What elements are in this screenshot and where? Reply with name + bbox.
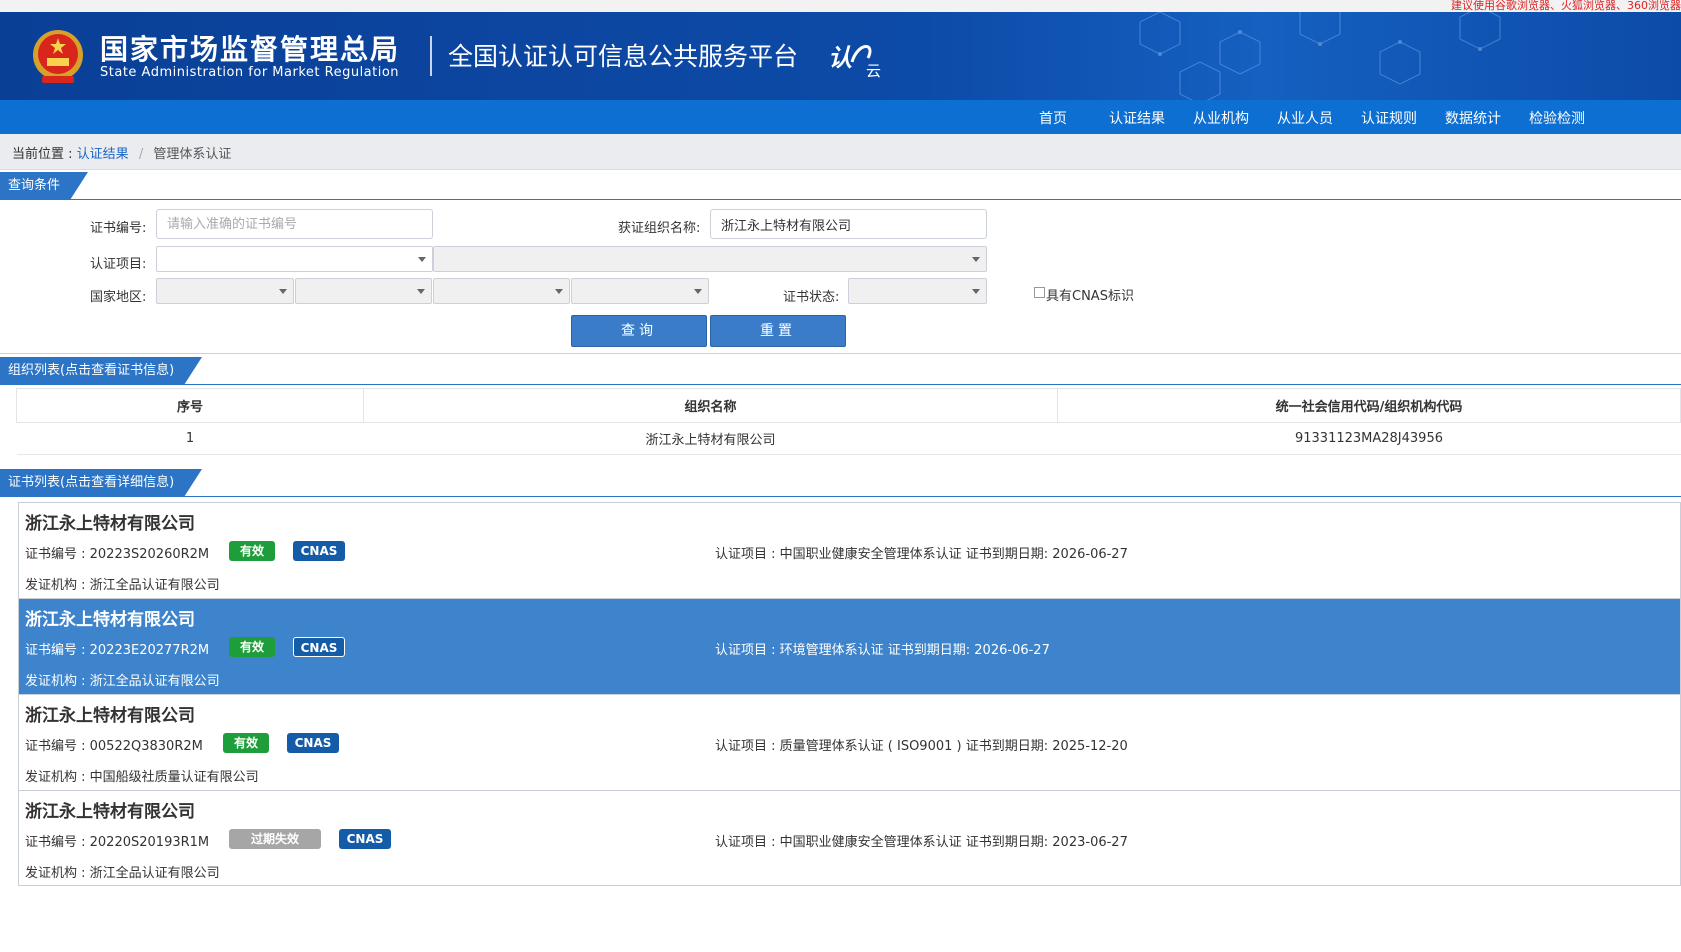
cert-issuer: 发证机构 : 浙江全品认证有限公司 [25,866,220,881]
cert-project-expiry: 认证项目 : 中国职业健康安全管理体系认证 证书到期日期: 2023-06-27 [715,835,1128,850]
nav-institutions[interactable]: 从业机构 [1193,108,1249,128]
project-label: 认证项目: [90,257,147,272]
chevron-down-icon [972,257,980,262]
chevron-down-icon [972,289,980,294]
table-row[interactable]: 1 浙江永上特材有限公司 91331123MA28J43956 [16,422,1681,455]
nav-personnel[interactable]: 从业人员 [1277,108,1333,128]
query-section-header: 查询条件 [0,172,1681,200]
status-badge: 有效 [229,637,275,657]
cnas-checkbox-label[interactable]: 具有CNAS标识 [1046,285,1134,304]
region-select-country[interactable] [156,278,294,304]
org-name-label: 获证组织名称: [618,221,701,236]
cert-list-section-title: 证书列表(点击查看详细信息) [0,469,202,497]
status-select[interactable] [848,278,987,304]
renyun-logo-icon: 认 云 [828,44,881,78]
status-badge: 有效 [223,733,269,753]
column-header-index: 序号 [16,388,364,423]
breadcrumb: 当前位置 : 认证结果 / 管理体系认证 [12,143,231,162]
cnas-badge: CNAS [287,733,339,753]
cert-no-input[interactable] [156,209,433,239]
cert-list: 浙江永上特材有限公司 证书编号 : 20223S20260R2M 有效 CNAS… [18,502,1681,886]
nav-cert-results[interactable]: 认证结果 [1109,108,1165,128]
cert-org-name: 浙江永上特材有限公司 [25,706,195,726]
org-row-index: 1 [16,422,364,455]
project-select-2[interactable] [433,246,987,272]
region-label: 国家地区: [90,290,147,305]
cert-card-selected[interactable]: 浙江永上特材有限公司 证书编号 : 20223E20277R2M 有效 CNAS… [18,598,1681,694]
cert-issuer: 发证机构 : 浙江全品认证有限公司 [25,578,220,593]
cert-number: 证书编号 : 20223E20277R2M [25,643,210,658]
cert-project-expiry: 认证项目 : 中国职业健康安全管理体系认证 证书到期日期: 2026-06-27 [715,547,1128,562]
region-select-province[interactable] [295,278,432,304]
cert-no-label: 证书编号: [90,221,147,236]
chevron-down-icon [555,289,563,294]
cert-org-name: 浙江永上特材有限公司 [25,802,195,822]
cnas-badge: CNAS [293,637,345,657]
org-row-code: 91331123MA28J43956 [1057,422,1681,455]
cnas-badge: CNAS [293,541,345,561]
org-list-section-title: 组织列表(点击查看证书信息) [0,357,202,385]
status-badge: 有效 [229,541,275,561]
column-header-org-name: 组织名称 [363,388,1058,423]
nav-inspection[interactable]: 检验检测 [1529,108,1585,128]
cert-number: 证书编号 : 00522Q3830R2M [25,739,203,754]
breadcrumb-separator: / [138,147,144,162]
breadcrumb-link-cert-results[interactable]: 认证结果 [77,147,129,162]
main-nav: 首页 认证结果 从业机构 从业人员 认证规则 数据统计 检验检测 [0,100,1681,134]
org-row-name: 浙江永上特材有限公司 [363,422,1058,455]
cert-issuer: 发证机构 : 浙江全品认证有限公司 [25,674,220,689]
logo-char-1: 认 [828,44,852,72]
chevron-down-icon [694,289,702,294]
cert-number: 证书编号 : 20223S20260R2M [25,547,210,562]
breadcrumb-bar: 当前位置 : 认证结果 / 管理体系认证 [0,134,1681,170]
cert-number: 证书编号 : 20220S20193R1M [25,835,210,850]
status-badge-expired: 过期失效 [229,829,321,849]
header-divider [430,36,432,76]
nav-rules[interactable]: 认证规则 [1361,108,1417,128]
org-list-section-header: 组织列表(点击查看证书信息) [0,357,1681,385]
status-label: 证书状态: [783,290,840,305]
org-name-en: State Administration for Market Regulati… [100,65,400,80]
region-select-district[interactable] [571,278,709,304]
cert-issuer: 发证机构 : 中国船级社质量认证有限公司 [25,770,259,785]
breadcrumb-label: 当前位置 : [12,147,73,162]
org-name-input[interactable] [710,209,987,239]
cert-list-section-header: 证书列表(点击查看详细信息) [0,469,1681,497]
cert-card[interactable]: 浙江永上特材有限公司 证书编号 : 20223S20260R2M 有效 CNAS… [18,502,1681,598]
reset-button[interactable]: 重置 [710,315,846,347]
nav-statistics[interactable]: 数据统计 [1445,108,1501,128]
browser-notice-bar: 建议使用谷歌浏览器、火狐浏览器、360浏览器 [0,0,1681,12]
cert-card[interactable]: 浙江永上特材有限公司 证书编号 : 20220S20193R1M 过期失效 CN… [18,790,1681,886]
cert-card[interactable]: 浙江永上特材有限公司 证书编号 : 00522Q3830R2M 有效 CNAS … [18,694,1681,790]
column-header-credit-code: 统一社会信用代码/组织机构代码 [1057,388,1681,423]
site-header: 国家市场监督管理总局 State Administration for Mark… [0,12,1681,100]
nav-home[interactable]: 首页 [1039,108,1067,128]
logo-char-2: 云 [866,62,881,78]
query-panel: 查询条件 证书编号: 获证组织名称: 认证项目: 国家地区: 证书状态: 具有C… [0,172,1681,354]
query-section-title: 查询条件 [0,172,88,200]
project-select-1[interactable] [156,246,433,272]
cnas-checkbox[interactable] [1034,287,1045,298]
search-button[interactable]: 查询 [571,315,707,347]
org-table: 序号 组织名称 统一社会信用代码/组织机构代码 1 浙江永上特材有限公司 913… [16,388,1681,455]
cnas-badge: CNAS [339,829,391,849]
breadcrumb-current: 管理体系认证 [153,147,232,162]
cert-project-expiry: 认证项目 : 环境管理体系认证 证书到期日期: 2026-06-27 [715,643,1050,658]
platform-title: 全国认证认可信息公共服务平台 [448,42,799,71]
region-select-city[interactable] [433,278,570,304]
chevron-down-icon [279,289,287,294]
chevron-down-icon [417,289,425,294]
cert-project-expiry: 认证项目 : 质量管理体系认证 ( ISO9001 ) 证书到期日期: 2025… [715,739,1128,754]
cert-org-name: 浙江永上特材有限公司 [25,610,195,630]
hexagon-pattern-icon [1139,12,1501,100]
org-name-cn: 国家市场监督管理总局 [100,33,401,66]
national-emblem-icon [33,30,83,83]
cert-org-name: 浙江永上特材有限公司 [25,514,195,534]
chevron-down-icon [418,257,426,262]
